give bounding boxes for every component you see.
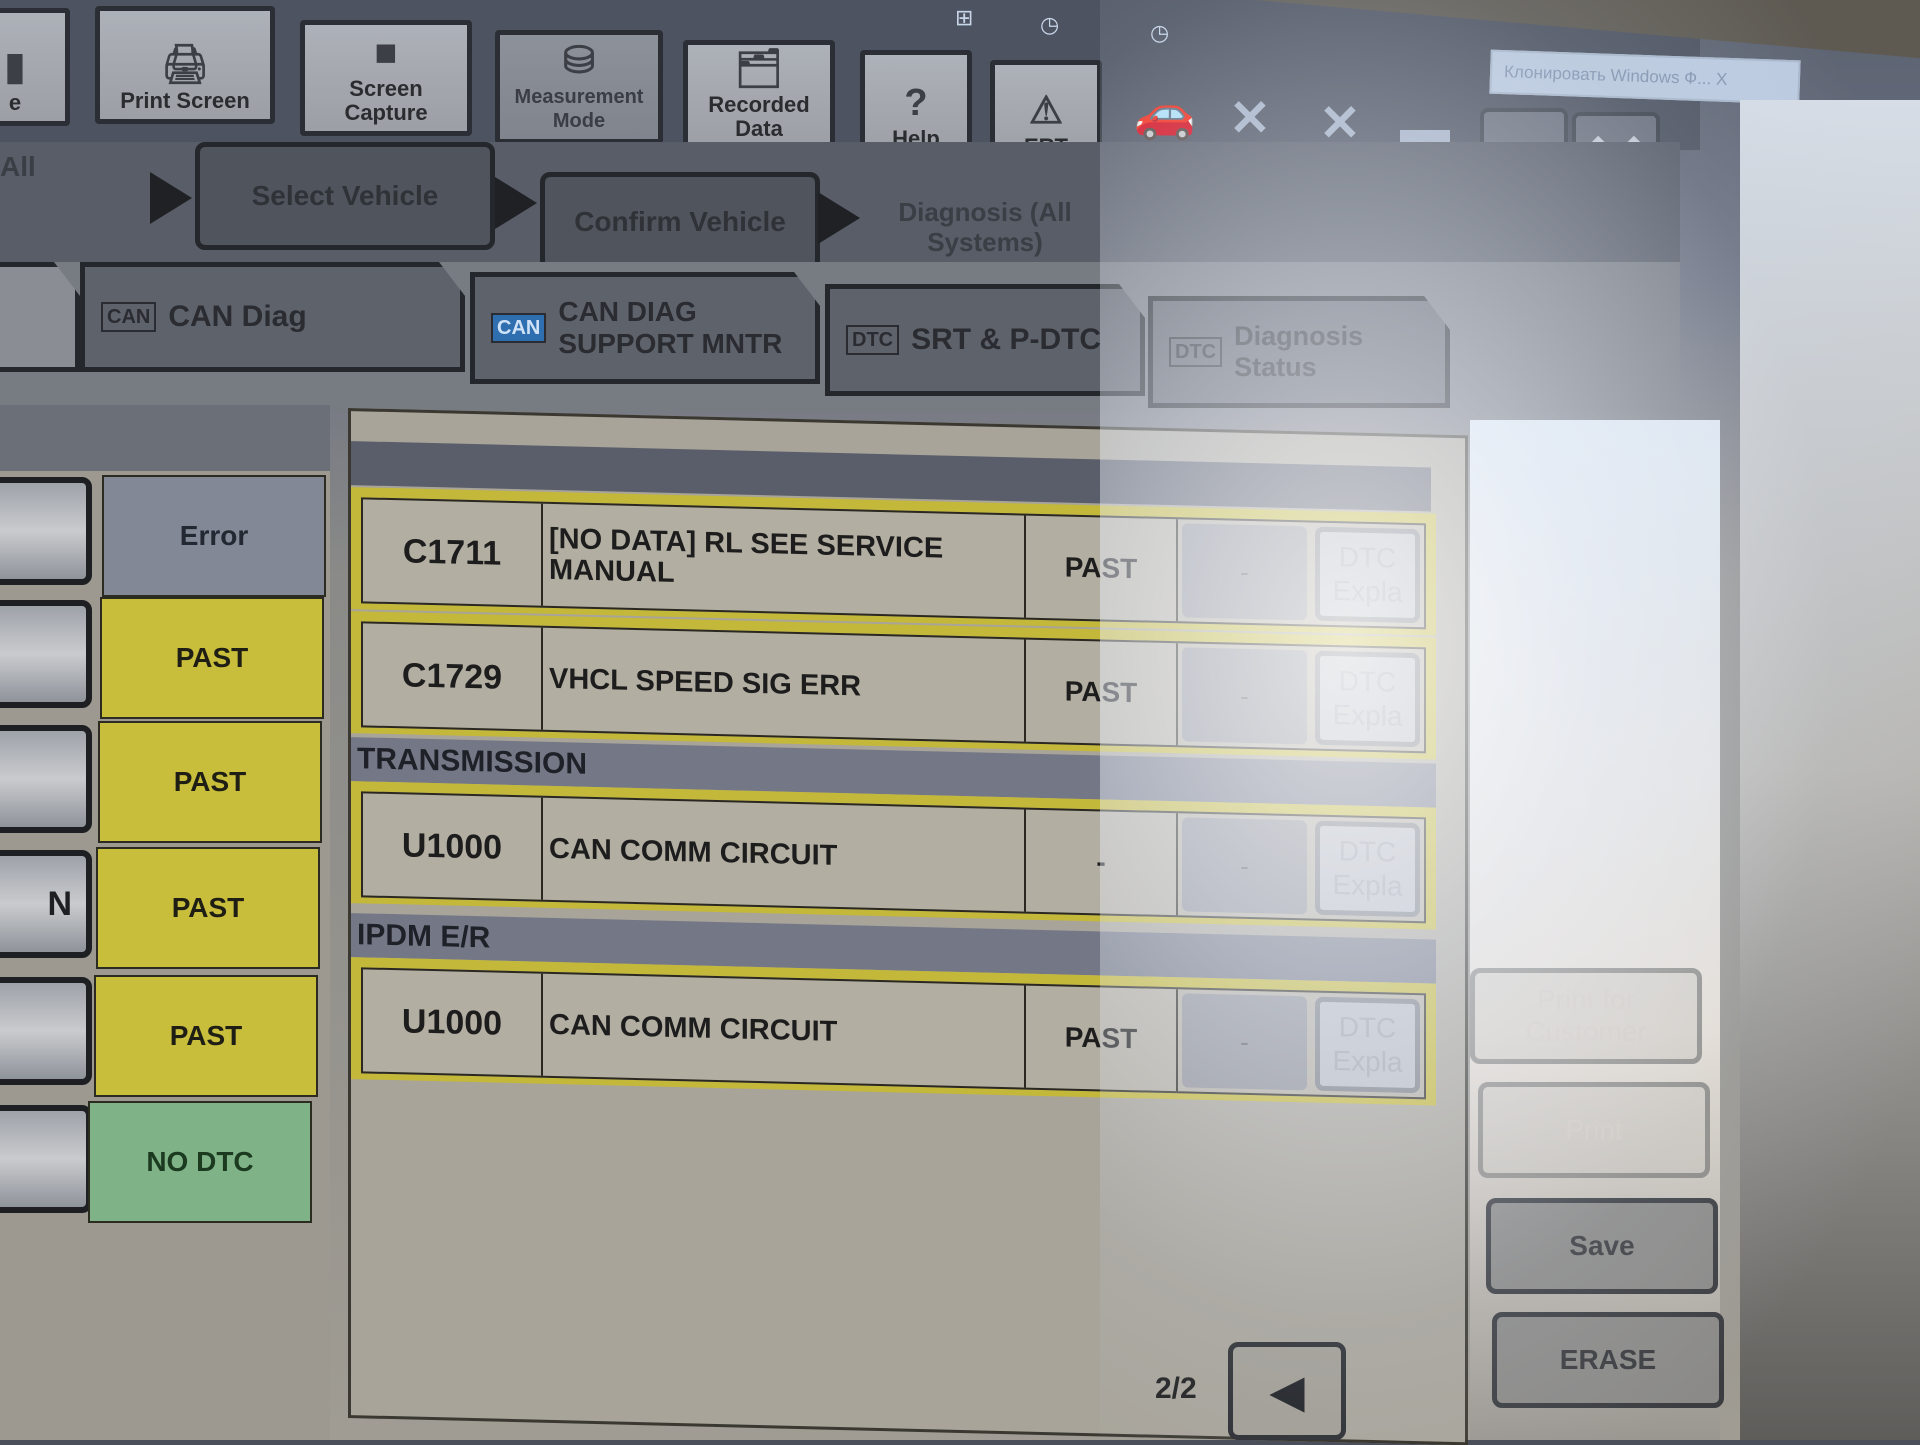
dtc-description: CAN COMM CIRCUIT <box>543 973 1026 1088</box>
x-icon: ✕ <box>1229 90 1271 146</box>
system-button[interactable] <box>0 600 92 708</box>
tab-previous[interactable] <box>0 262 80 372</box>
system-button[interactable] <box>0 977 92 1085</box>
status-badge: NO DTC <box>88 1101 312 1223</box>
dtc-status: - <box>1026 809 1178 916</box>
vehicle-status: 🚗 <box>1125 85 1205 141</box>
dtc-extra: - <box>1182 647 1307 745</box>
dtc-extra: - <box>1182 523 1307 621</box>
system-button[interactable] <box>0 1105 92 1213</box>
home-icon: ▮ <box>4 46 26 88</box>
top-toolbar: ▮ e 🖨 Print Screen ■ Screen Capture ⛁ Me… <box>0 0 1801 212</box>
dtc-row[interactable]: U1000 CAN COMM CIRCUIT PAST - DTC Expla <box>351 957 1436 1106</box>
clock-icon: ◷ <box>1150 20 1170 45</box>
dtc-row[interactable]: C1729 VHCL SPEED SIG ERR PAST - DTC Expl… <box>351 611 1436 760</box>
tab-diagnosis-status[interactable]: DTC Diagnosis Status <box>1148 296 1450 408</box>
dtc-extra: - <box>1182 993 1307 1091</box>
status-badge: PAST <box>98 721 322 843</box>
can-monitor-icon: CAN <box>491 313 546 343</box>
tab-can-diag-support-mntr[interactable]: CAN CAN DIAG SUPPORT MNTR <box>470 272 820 384</box>
help-icon: ? <box>904 82 928 124</box>
status-badge: PAST <box>100 597 324 719</box>
dtc-explanation-button[interactable]: DTC Expla <box>1315 650 1420 748</box>
dtc-code: C1711 <box>363 499 543 606</box>
dtc-code: U1000 <box>363 969 543 1076</box>
dtc-status: PAST <box>1026 639 1178 746</box>
folder-icon: 🗂 <box>734 48 784 90</box>
tab-can-diag[interactable]: CAN CAN Diag <box>80 262 465 372</box>
status-badge: PAST <box>96 847 320 969</box>
tab-srt-p-dtc[interactable]: DTC SRT & P-DTC <box>825 284 1145 396</box>
system-button[interactable]: N <box>0 850 92 958</box>
dtc-status: PAST <box>1026 985 1178 1092</box>
meter-icon: ⛁ <box>563 40 595 82</box>
printer-icon: 🖨 <box>160 44 210 86</box>
erase-button[interactable]: ERASE <box>1492 1312 1724 1408</box>
camera-icon: ■ <box>374 32 398 74</box>
save-button[interactable]: Save <box>1486 1198 1718 1294</box>
dtc-description: CAN COMM CIRCUIT <box>543 797 1026 912</box>
home-button[interactable]: ▮ e <box>0 8 70 126</box>
select-vehicle-button[interactable]: Select Vehicle <box>195 142 495 250</box>
recorded-data-button[interactable]: 🗂 Recorded Data <box>683 40 835 152</box>
dtc-explanation-button[interactable]: DTC Expla <box>1315 996 1420 1094</box>
dtc-code: C1729 <box>363 623 543 730</box>
page-back-button[interactable]: ◀ <box>1228 1342 1346 1440</box>
can-network-icon: CAN <box>101 302 156 332</box>
dtc-explanation-button[interactable]: DTC Expla <box>1315 526 1420 624</box>
breadcrumb-arrow-icon <box>150 172 192 224</box>
back-arrow-icon: ◀ <box>1269 1365 1305 1417</box>
dtc-explanation-button[interactable]: DTC Expla <box>1315 820 1420 918</box>
dtc-extra: - <box>1182 817 1307 915</box>
print-button[interactable]: Print <box>1478 1082 1710 1178</box>
consult-screen: ▮ e 🖨 Print Screen ■ Screen Capture ⛁ Me… <box>0 0 1920 1445</box>
breadcrumb-start[interactable]: All <box>0 152 36 182</box>
dtc-row[interactable]: C1711 [NO DATA] RL SEE SERVICE MANUAL PA… <box>351 487 1436 636</box>
network-icon: ⊞ <box>955 5 974 30</box>
system-list: Error PAST PAST N PAST PAST NO DTC <box>0 405 330 1440</box>
warning-icon: ⚠ <box>1028 90 1064 132</box>
dtc-code: U1000 <box>363 793 543 900</box>
dtc-status: PAST <box>1026 515 1178 622</box>
status-badge: PAST <box>94 975 318 1097</box>
clock-icon: ◷ <box>1040 12 1060 37</box>
print-screen-button[interactable]: 🖨 Print Screen <box>95 6 275 124</box>
dtc-description: [NO DATA] RL SEE SERVICE MANUAL <box>543 503 1026 618</box>
windows-notification[interactable]: Клонировать Windows Ф... X <box>1489 49 1801 105</box>
status-badge: Error <box>102 475 326 597</box>
breadcrumb: All Select Vehicle Confirm Vehicle Diagn… <box>0 142 1680 272</box>
breadcrumb-arrow-icon <box>495 177 537 229</box>
dtc-handshake-icon: DTC <box>1169 337 1222 367</box>
car-icon: 🚗 <box>1133 85 1197 141</box>
breadcrumb-arrow-icon <box>818 192 860 244</box>
dtc-computer-icon: DTC <box>846 325 899 355</box>
system-button[interactable] <box>0 725 92 833</box>
dtc-list: C1711 [NO DATA] RL SEE SERVICE MANUAL PA… <box>348 408 1468 1445</box>
screen-capture-button[interactable]: ■ Screen Capture <box>300 20 472 136</box>
print-for-customer-button[interactable]: Print for Customer <box>1470 968 1702 1064</box>
page-indicator: 2/2 <box>1155 1372 1197 1405</box>
system-button[interactable] <box>0 477 92 585</box>
dtc-description: VHCL SPEED SIG ERR <box>543 627 1026 742</box>
dtc-row[interactable]: U1000 CAN COMM CIRCUIT - - DTC Expla <box>351 781 1436 930</box>
current-step: Diagnosis (All Systems) <box>898 197 1072 257</box>
tab-bar: CAN CAN Diag CAN CAN DIAG SUPPORT MNTR D… <box>0 262 1680 412</box>
measurement-mode-button[interactable]: ⛁ Measurement Mode <box>495 30 663 144</box>
monitor-bezel <box>1740 100 1920 1440</box>
system-list-header <box>0 405 330 471</box>
confirm-vehicle-button[interactable]: Confirm Vehicle <box>540 172 820 272</box>
